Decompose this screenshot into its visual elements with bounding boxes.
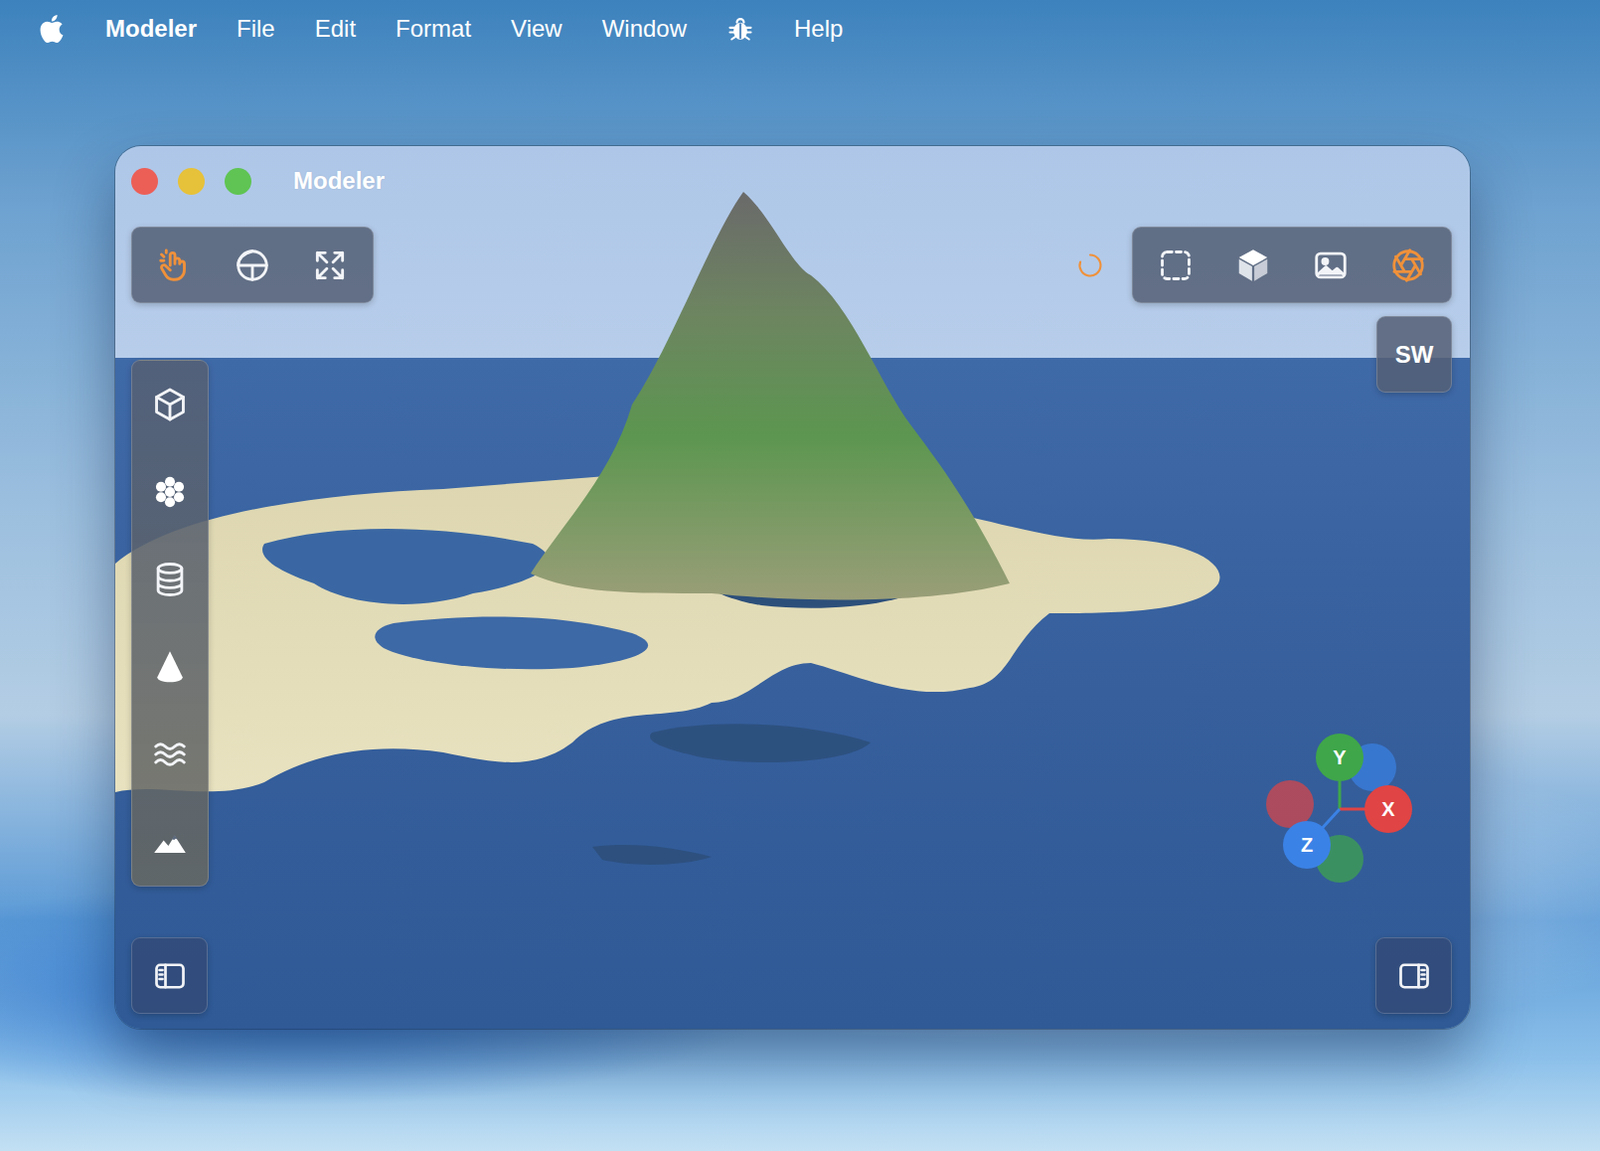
orbit-tool[interactable]	[219, 233, 286, 298]
minimize-button[interactable]	[177, 167, 205, 195]
apple-logo-icon[interactable]	[37, 14, 66, 43]
cube-icon	[1234, 246, 1273, 285]
close-button[interactable]	[131, 167, 159, 195]
axis-handle[interactable]	[1364, 785, 1413, 833]
title-bar: Modeler	[131, 162, 385, 199]
shape-button[interactable]	[137, 372, 203, 437]
apple-logo-icon[interactable]	[37, 14, 66, 43]
terrain-icon	[151, 822, 189, 861]
cone-icon	[151, 647, 189, 686]
cylinder-icon	[151, 560, 189, 599]
shape-button[interactable]	[137, 547, 203, 612]
water-icon	[151, 735, 189, 774]
menu-item[interactable]: Help	[794, 16, 843, 41]
cube-icon	[151, 385, 189, 424]
view-direction-button[interactable]: SW	[1376, 316, 1452, 393]
sidebar-left-icon	[152, 958, 188, 994]
menu-item[interactable]: File	[236, 16, 276, 41]
right-sidebar-toggle[interactable]	[1375, 937, 1452, 1014]
menu-item[interactable]: View	[510, 16, 563, 41]
cube-icon	[1234, 246, 1273, 285]
solid-mode[interactable]	[1220, 233, 1286, 298]
menu-bar: Modeler File Edit Format View Window Help	[0, 0, 1600, 58]
menu-item[interactable]: Edit	[315, 16, 356, 41]
axis-gizmo[interactable]: Y X Z	[1258, 727, 1428, 897]
image-icon	[1311, 246, 1350, 285]
terrain-icon	[151, 822, 189, 861]
axis-handle[interactable]	[1282, 820, 1331, 869]
particles-icon	[151, 473, 189, 511]
window-title: Modeler	[293, 162, 385, 199]
dashed-square-icon	[1156, 246, 1195, 285]
axis-label: Y	[1332, 746, 1347, 769]
render-toolbar	[1131, 226, 1452, 304]
menu-item[interactable]: Format	[395, 16, 472, 41]
particles-icon	[151, 473, 189, 511]
sidebar-right-icon	[1396, 958, 1433, 994]
debug-bug-icon[interactable]	[726, 14, 755, 43]
left-sidebar-toggle[interactable]	[131, 937, 208, 1014]
fit-view-tool[interactable]	[297, 233, 363, 298]
sidebar-right-icon	[1396, 958, 1433, 994]
expand-arrows-icon	[311, 246, 349, 285]
spinner-icon	[1076, 251, 1105, 280]
globe-icon	[233, 246, 272, 285]
app-menu[interactable]: Modeler	[105, 16, 197, 41]
navigation-toolbar	[131, 226, 374, 304]
cone-icon	[151, 647, 189, 686]
axis-handle[interactable]	[1315, 733, 1364, 782]
spinner-icon	[1076, 251, 1105, 280]
pan-tool[interactable]	[142, 233, 208, 298]
image-icon	[1311, 246, 1350, 285]
shape-button[interactable]	[137, 460, 203, 524]
aperture-icon	[1389, 246, 1428, 285]
zoom-button[interactable]	[224, 167, 252, 195]
debug-bug-icon[interactable]	[726, 14, 755, 43]
hand-icon	[156, 246, 194, 285]
dashed-square-icon	[1156, 246, 1195, 285]
loading-spinner	[1076, 251, 1105, 280]
image-mode[interactable]	[1297, 233, 1364, 298]
axis-label: Z	[1300, 833, 1313, 856]
shape-button[interactable]	[137, 809, 203, 874]
cylinder-icon	[151, 560, 189, 599]
modeler-window: Modeler SW Y X Z	[115, 146, 1470, 1029]
shape-button[interactable]	[137, 635, 203, 699]
water-icon	[151, 735, 189, 774]
shape-button[interactable]	[137, 722, 203, 787]
aperture-icon	[1389, 246, 1428, 285]
axis-label: X	[1381, 798, 1396, 820]
shape-toolbar	[131, 359, 209, 887]
sidebar-left-icon	[152, 958, 188, 994]
negative-axis-handle[interactable]	[1266, 780, 1314, 828]
cube-icon	[151, 385, 189, 424]
globe-icon	[233, 246, 272, 285]
selection-mode[interactable]	[1142, 233, 1209, 298]
view-direction-label: SW	[1395, 336, 1435, 373]
menu-item[interactable]: Window	[602, 16, 687, 41]
render-mode[interactable]	[1375, 233, 1441, 298]
hand-icon	[156, 246, 194, 285]
expand-arrows-icon	[311, 246, 349, 285]
